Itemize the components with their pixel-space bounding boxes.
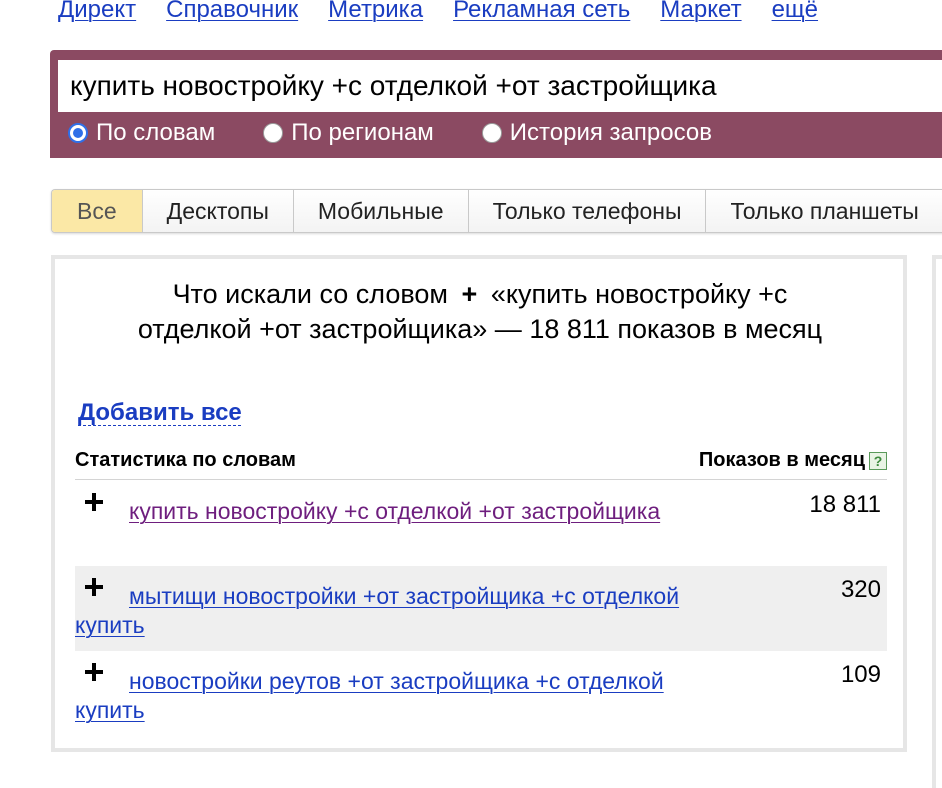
column-header-keywords: Статистика по словам bbox=[75, 449, 296, 471]
phrase-link[interactable]: новостройки реутов +от застройщика +с от… bbox=[75, 667, 695, 725]
radio-label: По регионам bbox=[291, 119, 434, 146]
phrase-link[interactable]: купить новостройку +с отделкой +от застр… bbox=[75, 497, 695, 526]
results-table: купить новостройку +с отделкой +от застр… bbox=[75, 481, 887, 736]
nav-ad-network-link[interactable]: Рекламная сеть bbox=[453, 0, 630, 26]
tab-desktops[interactable]: Десктопы bbox=[142, 190, 294, 232]
search-mode-radios: По словам По регионам История запросов bbox=[68, 116, 760, 150]
title-separator: — bbox=[494, 314, 522, 344]
radio-unchecked-icon[interactable] bbox=[481, 123, 502, 143]
results-panel: Что искали со словом + «купить новострой… bbox=[51, 255, 907, 752]
add-all-link[interactable]: Добавить все bbox=[78, 399, 242, 427]
nav-spravochnik-link[interactable]: Справочник bbox=[166, 0, 298, 26]
nav-metrika-link[interactable]: Метрика bbox=[328, 0, 423, 26]
radio-by-regions[interactable]: По регионам bbox=[263, 118, 434, 148]
tab-tablets-only[interactable]: Только планшеты bbox=[706, 190, 942, 232]
search-band: По словам По регионам История запросов bbox=[50, 50, 942, 158]
radio-label: История запросов bbox=[509, 119, 712, 146]
adjacent-panel-edge bbox=[932, 255, 942, 788]
top-nav: Директ Справочник Метрика Рекламная сеть… bbox=[58, 0, 848, 26]
radio-unchecked-icon[interactable] bbox=[263, 123, 284, 143]
nav-direct-link[interactable]: Директ bbox=[58, 0, 136, 26]
radio-label: По словам bbox=[96, 119, 216, 146]
search-input[interactable] bbox=[58, 60, 942, 112]
impressions-count: 18 811 bbox=[809, 491, 881, 518]
impressions-count: 320 bbox=[840, 576, 881, 603]
table-row: новостройки реутов +от застройщика +с от… bbox=[75, 651, 887, 736]
title-count: 18 811 bbox=[529, 314, 610, 344]
column-header-impressions-label: Показов в месяц bbox=[698, 449, 865, 471]
help-icon[interactable]: ? bbox=[869, 451, 887, 470]
table-row: купить новостройку +с отделкой +от застр… bbox=[75, 481, 887, 566]
impressions-count: 109 bbox=[840, 661, 881, 688]
radio-by-words[interactable]: По словам bbox=[68, 118, 215, 148]
table-row: мытищи новостройки +от застройщика +с от… bbox=[75, 566, 887, 651]
nav-more-link[interactable]: ещё bbox=[772, 0, 818, 26]
table-header: Статистика по словам Показов в месяц ? bbox=[75, 449, 887, 480]
title-prefix: Что искали со словом bbox=[172, 279, 448, 309]
radio-checked-icon[interactable] bbox=[68, 123, 88, 143]
device-tabs: Все Десктопы Мобильные Только телефоны Т… bbox=[51, 189, 942, 233]
tab-mobile[interactable]: Мобильные bbox=[293, 190, 469, 232]
radio-query-history[interactable]: История запросов bbox=[481, 118, 712, 148]
phrase-link[interactable]: мытищи новостройки +от застройщика +с от… bbox=[75, 582, 695, 640]
title-suffix: показов в месяц bbox=[617, 314, 823, 344]
plus-icon: + bbox=[461, 279, 478, 309]
nav-market-link[interactable]: Маркет bbox=[660, 0, 741, 26]
tab-all[interactable]: Все bbox=[52, 190, 143, 232]
tab-phones-only[interactable]: Только телефоны bbox=[468, 190, 707, 232]
results-title: Что искали со словом + «купить новострой… bbox=[115, 277, 845, 347]
column-header-impressions: Показов в месяц ? bbox=[699, 449, 887, 472]
